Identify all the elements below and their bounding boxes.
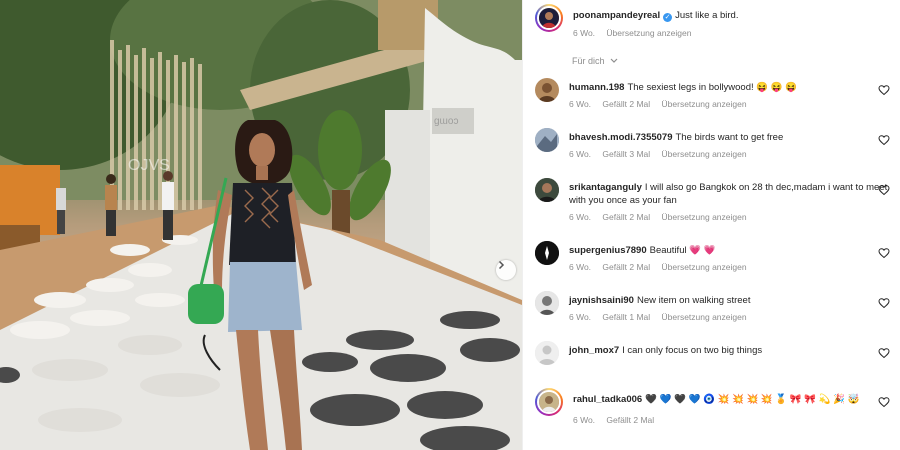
heart-outline-icon[interactable] [878, 297, 890, 309]
heart-outline-icon[interactable] [878, 347, 890, 359]
commenter-username[interactable]: supergenius7890 [569, 245, 647, 256]
chevron-right-icon [498, 260, 505, 270]
caption-text: Just like a bird. [675, 10, 739, 21]
comment-item: srikantaganguly I will also go Bangkok on… [535, 178, 890, 223]
commenter-avatar[interactable] [535, 341, 559, 365]
translate-link[interactable]: Übersetzung anzeigen [662, 262, 747, 272]
next-image-button[interactable] [496, 260, 516, 280]
translate-link[interactable]: Übersetzung anzeigen [606, 28, 691, 38]
comment-age: 6 Wo. [573, 415, 596, 425]
comment-item: rahul_tadka006 🖤 💙 🖤 💙 🧿 💥 💥 💥 💥 🏅 🎀 🎀 💫 … [535, 388, 890, 426]
commenter-username[interactable]: srikantaganguly [569, 182, 642, 193]
translate-link[interactable]: Übersetzung anzeigen [662, 212, 747, 222]
heart-outline-icon[interactable] [878, 84, 890, 96]
avatar-image [535, 128, 559, 152]
commenter-username[interactable]: bhavesh.modi.7355079 [569, 132, 673, 143]
translate-link[interactable]: Übersetzung anzeigen [662, 312, 747, 322]
comment-age: 6 Wo. [569, 149, 592, 159]
likes-count[interactable]: Gefällt 2 Mal [602, 99, 650, 109]
likes-count[interactable]: Gefällt 2 Mal [602, 262, 650, 272]
verified-badge-icon: ✓ [663, 13, 673, 22]
chevron-down-icon [610, 58, 618, 63]
likes-count[interactable]: Gefällt 3 Mal [602, 149, 650, 159]
svg-text:ɡɯoɔ: ɡɯoɔ [434, 116, 458, 127]
post-photo: OJVS ɡɯoɔ [0, 0, 522, 450]
commenter-avatar[interactable] [535, 128, 559, 152]
comment-age: 6 Wo. [569, 99, 592, 109]
avatar-image [538, 83, 556, 102]
likes-count[interactable]: Gefällt 1 Mal [602, 312, 650, 322]
sort-label: Für dich [572, 56, 605, 66]
default-avatar-icon [535, 341, 559, 365]
comments-panel: poonampandeyreal ✓ Just like a bird. 6 Wo.… [522, 0, 900, 450]
comment-text: The sexiest legs in bollywood! 😝 😝 😝 [627, 82, 798, 93]
avatar-image [535, 241, 559, 265]
svg-text:OJVS: OJVS [128, 157, 170, 174]
comment-item: bhavesh.modi.7355079 The birds want to ge… [535, 128, 890, 160]
post-caption: poonampandeyreal ✓ Just like a bird. 6 Wo.… [535, 4, 890, 39]
comment-text: The birds want to get free [675, 132, 784, 143]
author-username[interactable]: poonampandeyreal [573, 10, 660, 21]
heart-outline-icon[interactable] [878, 247, 890, 259]
commenter-avatar[interactable] [535, 178, 559, 202]
likes-count[interactable]: Gefällt 2 Mal [602, 212, 650, 222]
comment-age: 6 Wo. [569, 262, 592, 272]
commenter-username[interactable]: john_mox7 [569, 345, 619, 356]
comment-text: New item on walking street [636, 295, 751, 306]
commenter-username[interactable]: rahul_tadka006 [573, 394, 642, 405]
heart-outline-icon[interactable] [878, 184, 890, 196]
commenter-username[interactable]: jaynishsaini90 [569, 295, 634, 306]
translate-link[interactable]: Übersetzung anzeigen [662, 149, 747, 159]
comment-sort-dropdown[interactable]: Für dich [572, 56, 618, 66]
commenter-avatar[interactable] [535, 241, 559, 265]
comment-item: supergenius7890 Beautiful 💗 💗 6 Wo. Gefäl… [535, 241, 890, 273]
comment-item: john_mox7 I can only focus on two big thi… [535, 341, 890, 365]
comment-item: jaynishsaini90 New item on walking street… [535, 291, 890, 323]
author-avatar-image [539, 8, 559, 28]
avatar-image [535, 291, 559, 315]
comment-age: 6 Wo. [569, 312, 592, 322]
avatar-image [539, 392, 559, 412]
heart-outline-icon[interactable] [878, 134, 890, 146]
photo-illustration: OJVS ɡɯoɔ [0, 0, 522, 450]
author-avatar[interactable] [535, 4, 563, 32]
comment-item: humann.198 The sexiest legs in bollywood!… [535, 78, 890, 110]
avatar-image [535, 178, 559, 202]
likes-count[interactable]: Gefällt 2 Mal [606, 415, 654, 425]
commenter-avatar[interactable] [535, 78, 559, 102]
heart-outline-icon[interactable] [878, 396, 890, 408]
post-age: 6 Wo. [573, 28, 596, 38]
commenter-avatar[interactable] [535, 388, 563, 416]
translate-link[interactable]: Übersetzung anzeigen [662, 99, 747, 109]
comment-age: 6 Wo. [569, 212, 592, 222]
commenter-avatar[interactable] [535, 291, 559, 315]
comment-text: 🖤 💙 🖤 💙 🧿 💥 💥 💥 💥 🏅 🎀 🎀 💫 🎉 🤯 [645, 394, 860, 405]
commenter-username[interactable]: humann.198 [569, 82, 624, 93]
comment-text: Beautiful 💗 💗 [649, 245, 716, 256]
comment-text: I can only focus on two big things [622, 345, 763, 356]
